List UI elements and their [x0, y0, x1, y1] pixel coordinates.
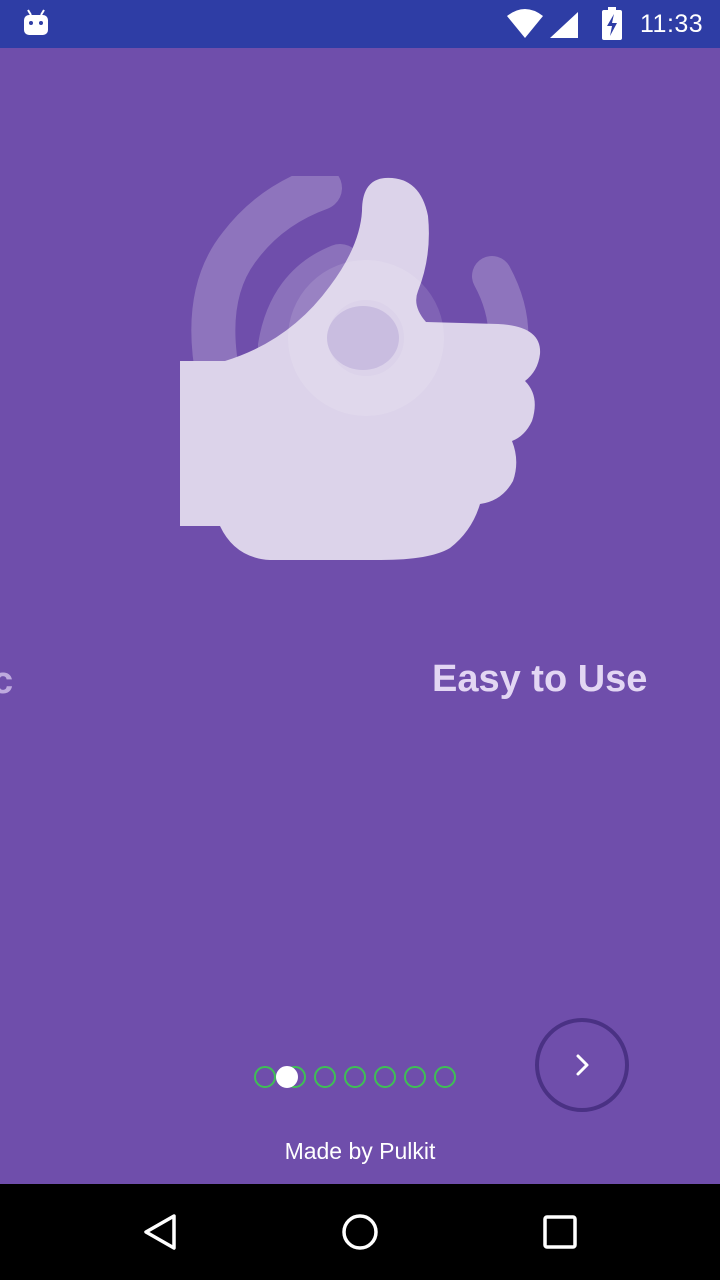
slide-title: Easy to Use [432, 658, 648, 700]
status-clock: 11:33 [640, 10, 704, 38]
previous-slide-title: c [0, 660, 14, 702]
home-icon[interactable] [340, 1212, 380, 1252]
android-icon [24, 9, 48, 35]
page-indicator [252, 1066, 462, 1090]
back-icon[interactable] [140, 1212, 180, 1252]
recents-icon[interactable] [540, 1212, 580, 1252]
status-bar: 11:33 [0, 0, 720, 48]
page-dot-active[interactable] [276, 1066, 298, 1088]
chevron-right-icon [576, 1054, 589, 1076]
wifi-icon [507, 9, 543, 38]
page-dot[interactable] [404, 1066, 426, 1088]
page-dot[interactable] [314, 1066, 336, 1088]
footer-credit: Made by Pulkit [284, 1138, 436, 1164]
signal-icon [550, 12, 578, 38]
navigation-bar [0, 1184, 720, 1280]
page-dot[interactable] [344, 1066, 366, 1088]
battery-charging-icon [602, 7, 622, 40]
next-button[interactable] [535, 1018, 629, 1112]
page-dot[interactable] [254, 1066, 276, 1088]
onboarding-pager[interactable]: c Easy to Use Made by Pulkit [0, 48, 720, 1184]
thumbs-up-icon [180, 176, 541, 560]
page-dot[interactable] [434, 1066, 456, 1088]
page-dot[interactable] [374, 1066, 396, 1088]
